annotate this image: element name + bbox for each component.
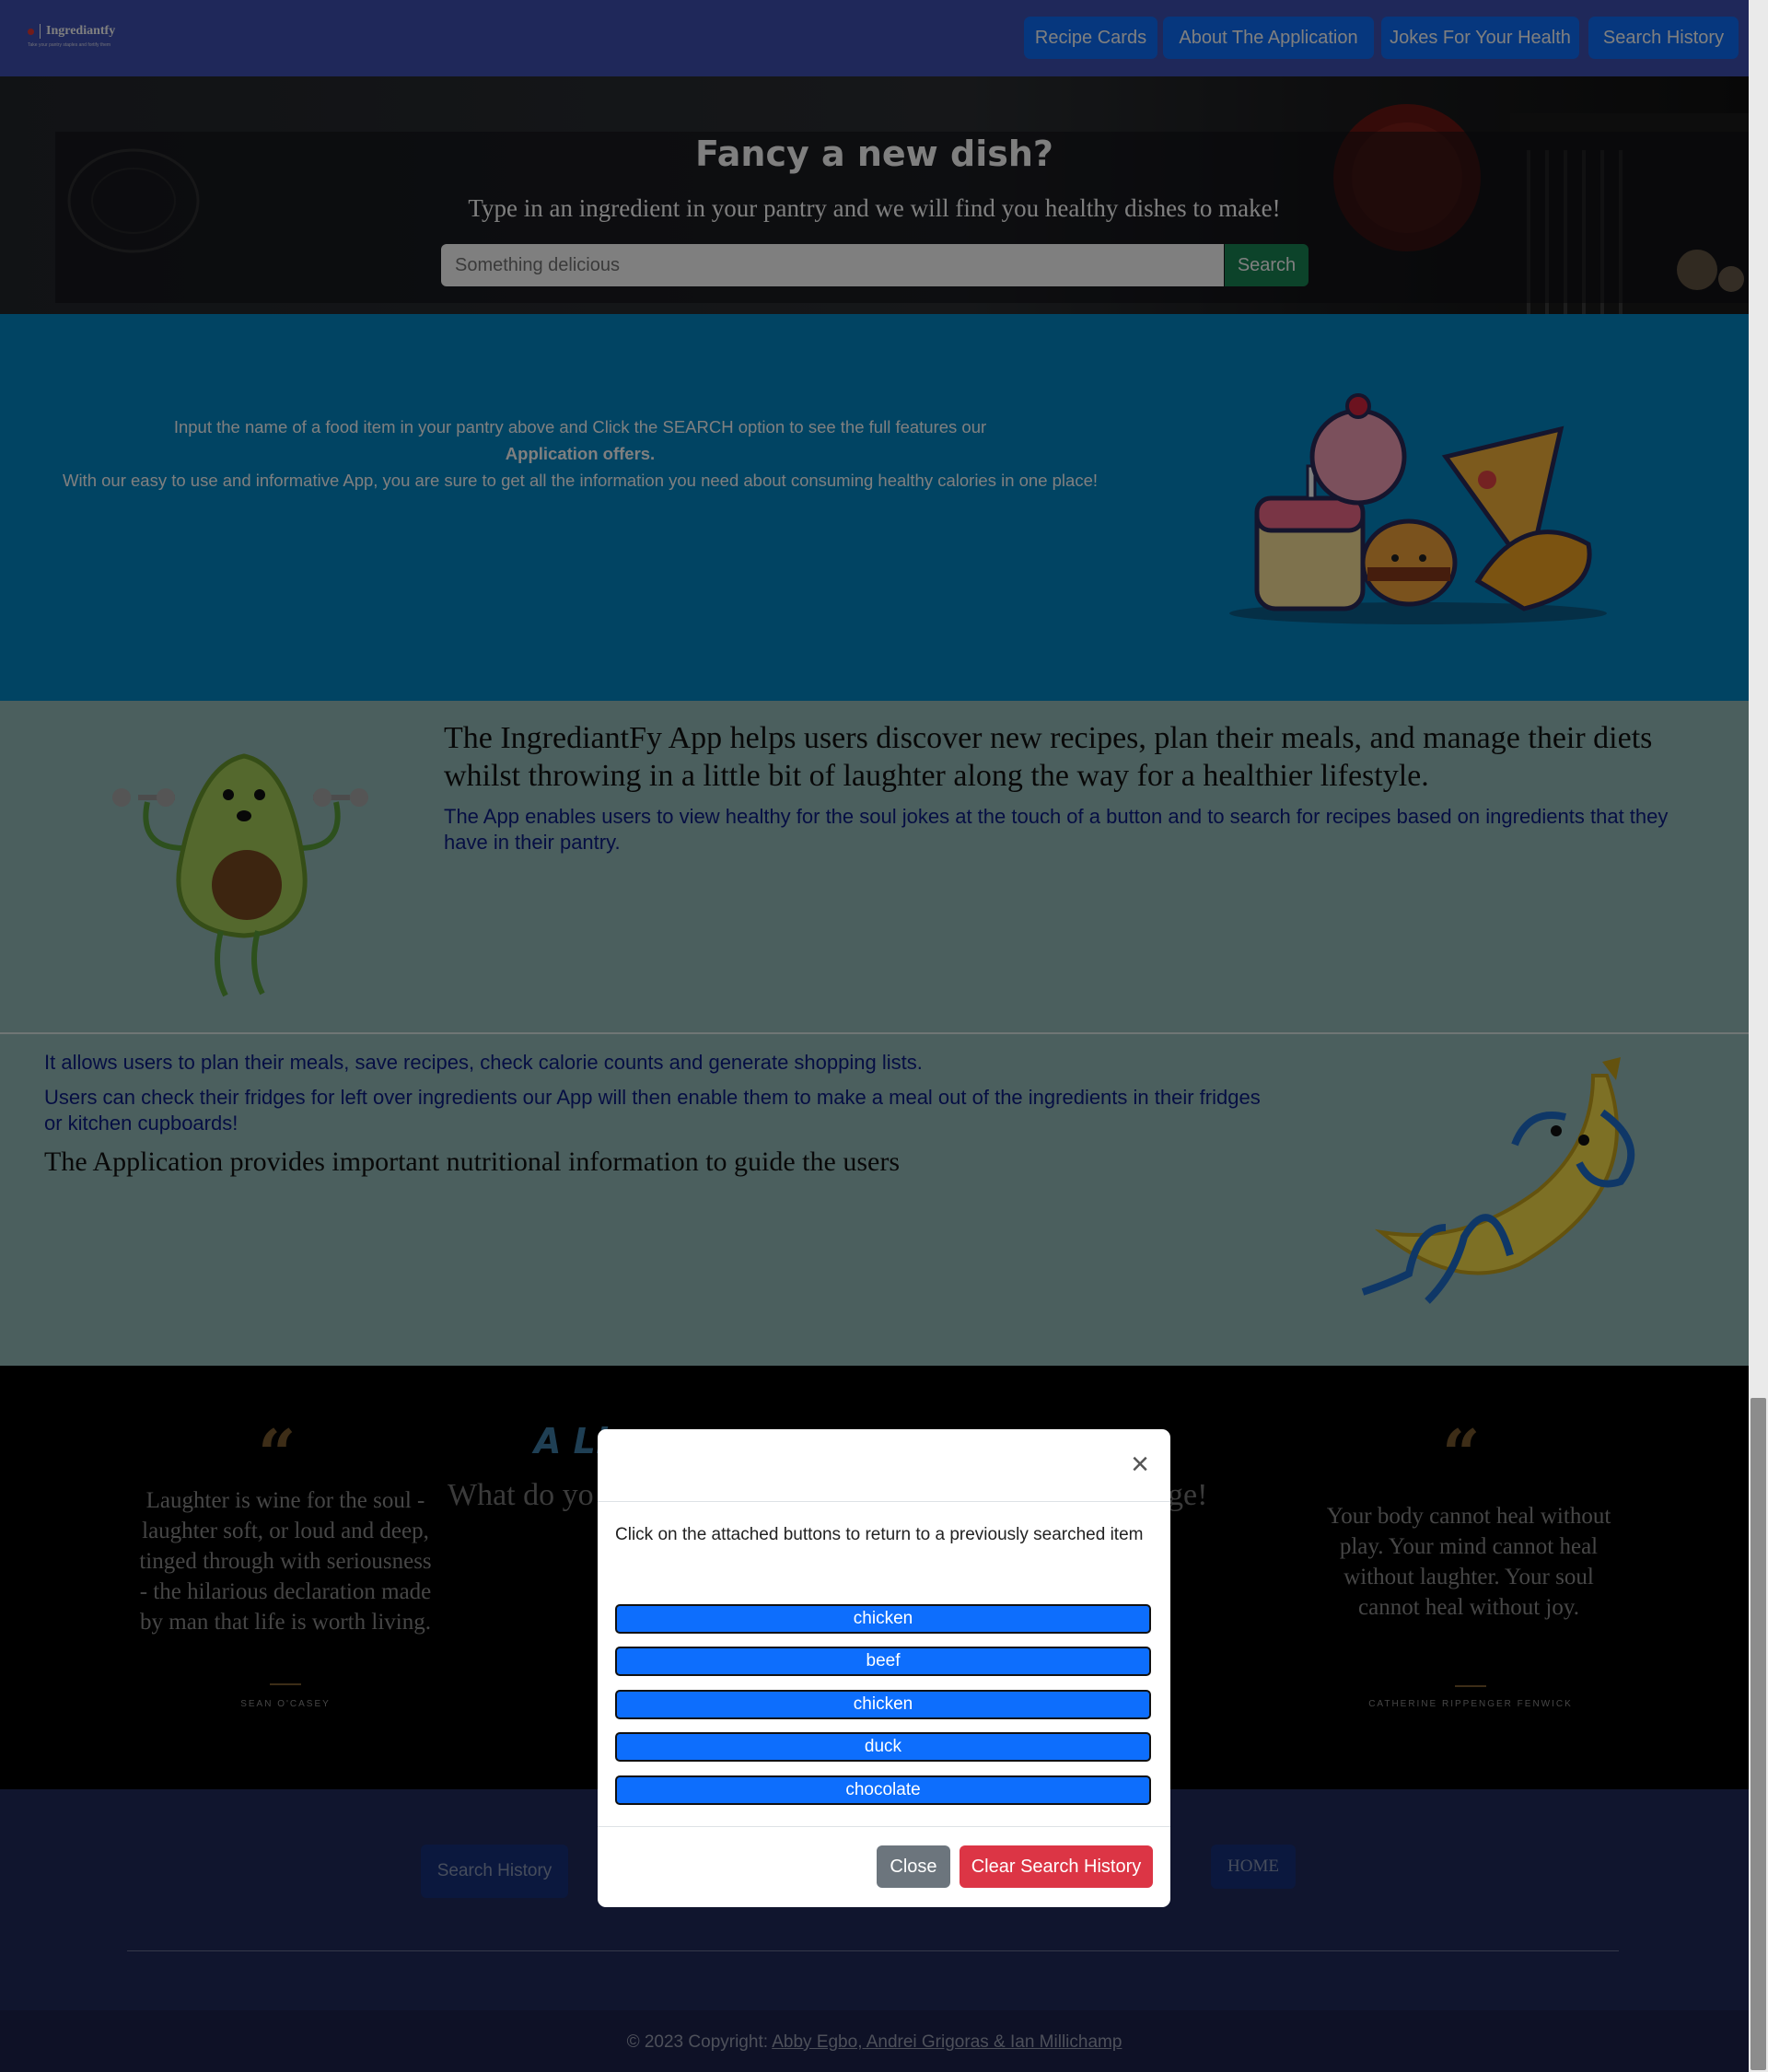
history-item-button[interactable]: chicken (615, 1690, 1151, 1719)
clear-search-history-button[interactable]: Clear Search History (960, 1845, 1153, 1888)
history-item-button[interactable]: duck (615, 1732, 1151, 1762)
history-item-button[interactable]: chicken (615, 1604, 1151, 1634)
history-item-button[interactable]: chocolate (615, 1775, 1151, 1805)
close-icon[interactable]: × (1126, 1449, 1154, 1480)
modal-header-divider (598, 1501, 1170, 1502)
search-history-modal: × Click on the attached buttons to retur… (598, 1429, 1170, 1907)
modal-footer-divider (598, 1826, 1170, 1827)
history-item-button[interactable]: beef (615, 1647, 1151, 1676)
modal-instructions: Click on the attached buttons to return … (615, 1525, 1144, 1544)
scrollbar-thumb[interactable] (1751, 1398, 1766, 2070)
modal-close-button[interactable]: Close (877, 1845, 950, 1888)
